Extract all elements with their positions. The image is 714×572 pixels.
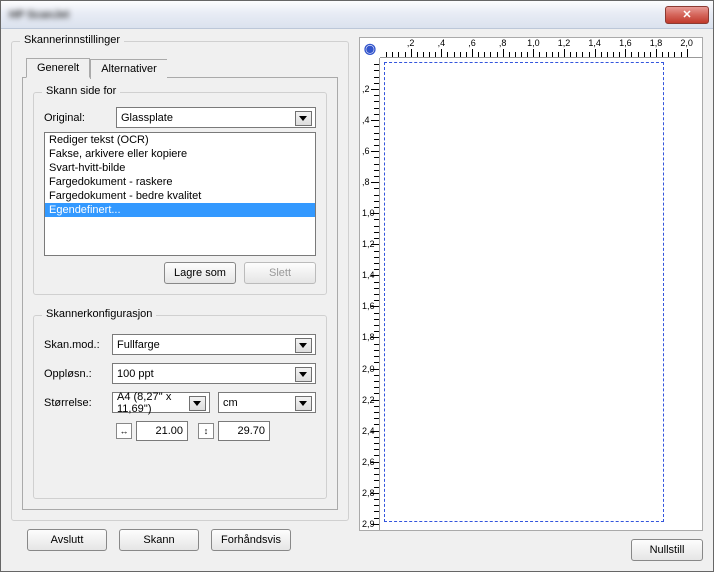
tab-bar: Generelt Alternativer <box>26 58 338 78</box>
window-title: HP ScanJet <box>9 9 69 21</box>
scanner-settings-label: Skannerinnstillinger <box>20 34 124 46</box>
height-pair: ↕ 29.70 <box>198 421 270 441</box>
close-icon: ✕ <box>682 8 691 21</box>
list-item[interactable]: Rediger tekst (OCR) <box>45 133 315 147</box>
original-row: Original: Glassplate <box>44 107 316 128</box>
preview-area[interactable]: ◉ ,2,4,6,81,01,21,41,61,82,0 ,2,4,6,81,0… <box>359 37 703 531</box>
mode-row: Skan.mod.: Fullfarge <box>44 334 316 355</box>
scan-selection[interactable] <box>384 62 664 522</box>
ruler-vertical: ,2,4,6,81,01,21,41,61,82,02,22,42,62,82,… <box>360 58 380 530</box>
content: Skannerinnstillinger Generelt Alternativ… <box>1 29 713 571</box>
close-button[interactable]: ✕ <box>665 6 709 24</box>
original-select[interactable]: Glassplate <box>116 107 316 128</box>
size-label: Størrelse: <box>44 397 104 409</box>
tab-alternatives[interactable]: Alternativer <box>90 59 167 79</box>
delete-button: Slett <box>244 262 316 284</box>
preset-button-row: Lagre som Slett <box>44 262 316 284</box>
resolution-select[interactable]: 100 ppt <box>112 363 316 384</box>
scanner-dialog: HP ScanJet ✕ Skannerinnstillinger Genere… <box>0 0 714 572</box>
list-item[interactable]: Fargedokument - bedre kvalitet <box>45 189 315 203</box>
scanner-config-group: Skannerkonfigurasjon Skan.mod.: Fullfarg… <box>33 315 327 499</box>
reset-button[interactable]: Nullstill <box>631 539 703 561</box>
scan-side-label: Skann side for <box>42 85 120 97</box>
list-item[interactable]: Svart-hvitt-bilde <box>45 161 315 175</box>
width-pair: ↔ 21.00 <box>116 421 188 441</box>
tab-content: Skann side for Original: Glassplate Redi… <box>22 77 338 510</box>
width-input[interactable]: 21.00 <box>136 421 188 441</box>
titlebar: HP ScanJet ✕ <box>1 1 713 29</box>
left-pane: Skannerinnstillinger Generelt Alternativ… <box>11 37 349 561</box>
quit-button[interactable]: Avslutt <box>27 529 107 551</box>
mode-select[interactable]: Fullfarge <box>112 334 316 355</box>
resolution-label: Oppløsn.: <box>44 368 104 380</box>
tab-general[interactable]: Generelt <box>26 58 90 78</box>
list-item[interactable]: Fakse, arkivere eller kopiere <box>45 147 315 161</box>
save-as-button[interactable]: Lagre som <box>164 262 236 284</box>
height-icon: ↕ <box>198 423 214 439</box>
original-label: Original: <box>44 112 108 124</box>
scanner-config-label: Skannerkonfigurasjon <box>42 308 156 320</box>
preset-listbox[interactable]: Rediger tekst (OCR)Fakse, arkivere eller… <box>44 132 316 256</box>
scanner-settings-group: Skannerinnstillinger Generelt Alternativ… <box>11 41 349 521</box>
list-item[interactable]: Fargedokument - raskere <box>45 175 315 189</box>
right-bottom-bar: Nullstill <box>359 531 703 561</box>
mode-label: Skan.mod.: <box>44 339 104 351</box>
ruler-corner: ◉ <box>360 38 380 58</box>
scan-button[interactable]: Skann <box>119 529 199 551</box>
unit-select[interactable]: cm <box>218 392 316 413</box>
right-pane: ◉ ,2,4,6,81,01,21,41,61,82,0 ,2,4,6,81,0… <box>359 37 703 561</box>
width-icon: ↔ <box>116 423 132 439</box>
scan-side-group: Skann side for Original: Glassplate Redi… <box>33 92 327 295</box>
height-input[interactable]: 29.70 <box>218 421 270 441</box>
size-select[interactable]: A4 (8,27'' x 11,69'') <box>112 392 210 413</box>
resolution-row: Oppløsn.: 100 ppt <box>44 363 316 384</box>
list-item[interactable]: Egendefinert... <box>45 203 315 217</box>
dimensions-row: ↔ 21.00 ↕ 29.70 <box>116 421 316 441</box>
preview-button[interactable]: Forhåndsvis <box>211 529 291 551</box>
left-bottom-bar: Avslutt Skann Forhåndsvis <box>11 521 349 561</box>
ruler-horizontal: ,2,4,6,81,01,21,41,61,82,0 <box>380 38 702 58</box>
size-row: Størrelse: A4 (8,27'' x 11,69'') cm <box>44 392 316 413</box>
